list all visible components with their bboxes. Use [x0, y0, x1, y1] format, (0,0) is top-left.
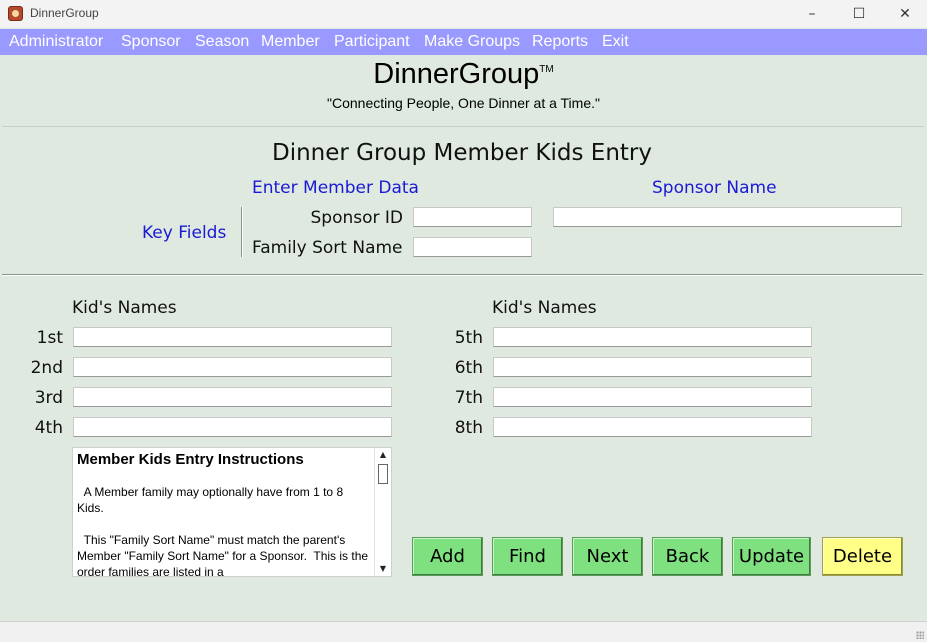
family-sort-name-input[interactable]	[413, 237, 532, 257]
kid-5-label: 5th	[454, 328, 483, 348]
menu-reports[interactable]: Reports	[532, 33, 588, 51]
form-title: Dinner Group Member Kids Entry	[272, 140, 652, 166]
section-separator	[2, 274, 923, 276]
kids-names-header-left: Kid's Names	[72, 298, 177, 318]
menu-participant[interactable]: Participant	[334, 33, 410, 51]
brand-title-text: DinnerGroup	[373, 58, 540, 90]
kid-5-input[interactable]	[493, 327, 812, 347]
kids-names-header-right: Kid's Names	[492, 298, 597, 318]
family-sort-name-label: Family Sort Name	[252, 238, 403, 258]
menu-bar: Administrator Sponsor Season Member Part…	[0, 29, 927, 55]
instructions-paragraph-1: A Member family may optionally have from…	[77, 485, 347, 515]
window-title: DinnerGroup	[30, 6, 99, 20]
status-bar	[0, 621, 927, 642]
add-button[interactable]: Add	[412, 537, 483, 576]
sponsor-id-input[interactable]	[413, 207, 532, 227]
tagline: "Connecting People, One Dinner at a Time…	[327, 95, 600, 111]
scroll-thumb[interactable]	[378, 464, 388, 484]
update-button[interactable]: Update	[732, 537, 811, 576]
kid-1-label: 1st	[36, 328, 63, 348]
kid-4-label: 4th	[34, 418, 63, 438]
brand-title: DinnerGroupTM	[0, 58, 927, 91]
kid-2-label: 2nd	[30, 358, 63, 378]
close-button[interactable]: ✕	[882, 0, 927, 28]
menu-exit[interactable]: Exit	[602, 33, 629, 51]
app-icon	[8, 6, 23, 21]
key-fields-label: Key Fields	[142, 223, 227, 243]
instructions-heading: Member Kids Entry Instructions	[77, 451, 304, 468]
instructions-content: Member Kids Entry Instructions A Member …	[77, 452, 373, 577]
sponsor-name-label: Sponsor Name	[652, 178, 777, 198]
kid-7-label: 7th	[454, 388, 483, 408]
menu-administrator[interactable]: Administrator	[9, 33, 103, 51]
instructions-paragraph-2: This "Family Sort Name" must match the p…	[77, 533, 372, 577]
menu-member[interactable]: Member	[261, 33, 320, 51]
kid-7-input[interactable]	[493, 387, 812, 407]
kid-6-label: 6th	[454, 358, 483, 378]
kid-1-input[interactable]	[73, 327, 392, 347]
next-button[interactable]: Next	[572, 537, 643, 576]
find-button[interactable]: Find	[492, 537, 563, 576]
key-fields-divider	[241, 207, 242, 257]
instructions-scrollbar[interactable]: ▲ ▼	[374, 448, 391, 576]
kid-2-input[interactable]	[73, 357, 392, 377]
trademark: TM	[539, 64, 554, 75]
title-bar: DinnerGroup – ☐ ✕	[0, 0, 927, 28]
resize-grip-icon[interactable]	[916, 631, 924, 639]
kid-8-input[interactable]	[493, 417, 812, 437]
menu-season[interactable]: Season	[195, 33, 249, 51]
delete-button[interactable]: Delete	[822, 537, 903, 576]
kid-3-label: 3rd	[34, 388, 63, 408]
menu-make-groups[interactable]: Make Groups	[424, 33, 520, 51]
instructions-box[interactable]: Member Kids Entry Instructions A Member …	[72, 447, 392, 577]
kid-6-input[interactable]	[493, 357, 812, 377]
minimize-button[interactable]: –	[789, 0, 835, 28]
scroll-up-icon[interactable]: ▲	[375, 448, 391, 462]
kid-4-input[interactable]	[73, 417, 392, 437]
sponsor-id-label: Sponsor ID	[310, 208, 403, 228]
kid-8-label: 8th	[454, 418, 483, 438]
menu-sponsor[interactable]: Sponsor	[121, 33, 181, 51]
kid-3-input[interactable]	[73, 387, 392, 407]
enter-member-data-label: Enter Member Data	[252, 178, 419, 198]
scroll-down-icon[interactable]: ▼	[375, 562, 391, 576]
sponsor-name-input[interactable]	[553, 207, 902, 227]
back-button[interactable]: Back	[652, 537, 723, 576]
maximize-button[interactable]: ☐	[836, 0, 882, 28]
